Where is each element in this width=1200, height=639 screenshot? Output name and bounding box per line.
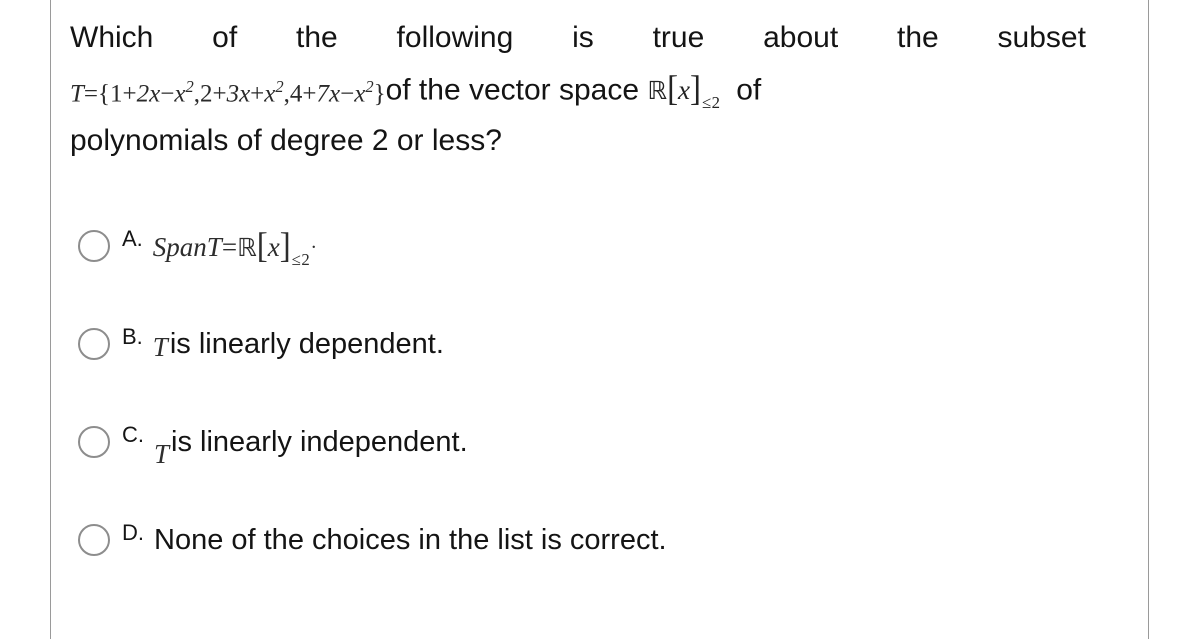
subset-definition: T={1+2x−x2,2+3x+x2,4+7x−x2} — [70, 63, 386, 117]
set-name: T — [70, 80, 84, 108]
degree-subscript: ≤2 — [702, 93, 721, 113]
question-panel: Which of the following is true about the… — [70, 0, 1090, 639]
term3-quad-var: x — [354, 80, 366, 108]
term1-quad-var: x — [174, 80, 186, 108]
degree-subscript: ≤2 — [291, 250, 311, 269]
option-c-statement: is linearly independent. — [171, 426, 468, 458]
option-text-b: Tis linearly dependent. — [153, 326, 444, 362]
bracket-close: ] — [279, 226, 291, 266]
option-letter-d: D. — [122, 520, 144, 545]
polynomial-variable: x — [678, 75, 691, 106]
term1-const: 1 — [110, 80, 123, 108]
term1-linear: 2x — [136, 80, 161, 108]
stem-word: subset — [997, 21, 1086, 54]
stem-word: Which — [70, 21, 154, 54]
option-b-statement: is linearly dependent. — [169, 328, 444, 360]
option-letter-b: B. — [122, 324, 143, 349]
option-c[interactable]: C. Tis linearly independent. — [78, 412, 1078, 510]
radio-button-a[interactable] — [78, 230, 110, 262]
option-letter-c: C. — [122, 422, 144, 447]
term3-linear: 7x — [316, 80, 341, 108]
term2-exponent: 2 — [275, 77, 284, 96]
vector-space-symbol: ℝ[x]≤2 — [647, 66, 721, 117]
stem-word: the — [296, 21, 338, 54]
span-label: SpanT — [152, 232, 222, 262]
question-line-1: Which of the following is true about the… — [70, 14, 1086, 61]
term2-const: 2 — [199, 80, 213, 108]
radio-button-b[interactable] — [78, 328, 110, 360]
set-variable-b: T — [152, 332, 168, 362]
stem-word: true — [652, 21, 705, 54]
option-a-period: . — [311, 231, 317, 253]
set-open-brace: { — [98, 80, 111, 108]
option-letter-a: A. — [122, 226, 143, 251]
option-b[interactable]: B. Tis linearly dependent. — [78, 314, 1078, 412]
radio-button-d[interactable] — [78, 524, 110, 556]
stem-tail-word: of — [736, 73, 762, 107]
span-equals: = — [221, 232, 238, 262]
polynomial-variable: x — [267, 232, 280, 262]
term2-linear: 3x — [226, 80, 251, 108]
span-t-expression: SpanT=ℝ[x]≤2. — [152, 227, 317, 269]
option-text-d: None of the choices in the list is corre… — [154, 524, 667, 556]
answer-options-list: A. SpanT=ℝ[x]≤2. B. Tis linearly depende… — [78, 216, 1078, 608]
question-line-2: T={1+2x−x2,2+3x+x2,4+7x−x2}of the vector… — [70, 61, 1090, 117]
bracket-close: ] — [690, 69, 701, 109]
radio-button-c[interactable] — [78, 426, 110, 458]
option-a[interactable]: A. SpanT=ℝ[x]≤2. — [78, 216, 1078, 314]
real-numbers-symbol: ℝ — [647, 76, 668, 106]
stem-word: about — [763, 21, 839, 54]
real-numbers-symbol: ℝ — [237, 233, 257, 262]
term2-op2: + — [250, 80, 265, 108]
vector-space-phrase: of the vector space — [385, 73, 640, 107]
option-text-a: SpanT=ℝ[x]≤2. — [152, 227, 317, 269]
term1-op2: − — [160, 80, 175, 108]
term1-op1: + — [122, 80, 137, 108]
term2-quad-var: x — [264, 80, 276, 108]
stem-word: the — [896, 21, 939, 54]
term1-exponent: 2 — [185, 77, 194, 96]
term2-op1: + — [212, 80, 227, 108]
stem-word: is — [572, 21, 594, 54]
question-line-3: polynomials of degree 2 or less? — [70, 124, 502, 158]
term3-exponent: 2 — [365, 77, 374, 96]
set-equals: = — [83, 80, 99, 108]
option-d[interactable]: D. None of the choices in the list is co… — [78, 510, 1078, 608]
stem-word: of — [212, 21, 238, 54]
bracket-open: [ — [256, 226, 268, 266]
panel-right-rule — [1148, 0, 1149, 639]
set-variable-c: T — [154, 439, 170, 469]
bracket-open: [ — [667, 69, 679, 109]
question-stem: Which of the following is true about the… — [70, 0, 1090, 164]
panel-left-rule — [50, 0, 51, 639]
set-close-brace: } — [373, 80, 386, 108]
term3-op2: − — [340, 80, 355, 108]
term3-const: 4 — [289, 80, 303, 108]
option-text-c: Tis linearly independent. — [154, 424, 468, 469]
term3-op1: + — [302, 80, 317, 108]
stem-word: following — [396, 21, 514, 54]
